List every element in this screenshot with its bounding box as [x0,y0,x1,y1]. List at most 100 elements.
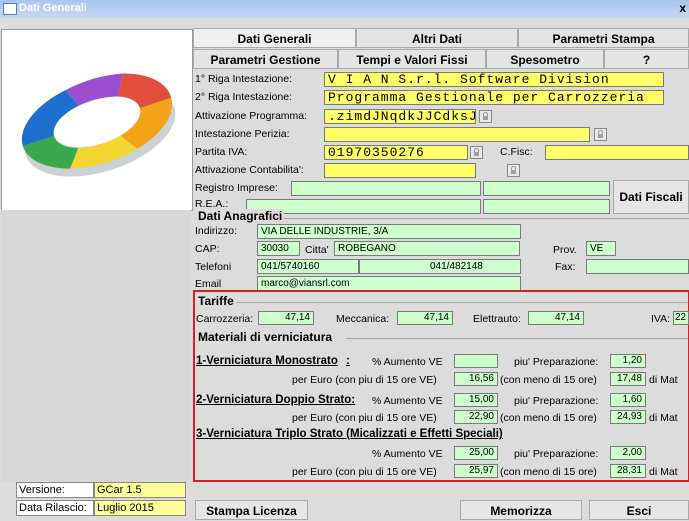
tab-help[interactable]: ? [604,49,689,69]
triplo-di-mat-label: di Mat [649,466,678,478]
citta-field[interactable]: ROBEGANO [334,241,520,256]
contabilita-label: Attivazione Contabilita': [195,164,304,176]
data-rilascio-value: Luglio 2015 [94,500,186,516]
monostrato-meno15-field[interactable]: 17,48 [610,372,646,386]
doppio-meno15-label: (con meno di 15 ore) [500,412,597,424]
prov-field[interactable]: VE [586,241,616,256]
close-button[interactable]: x [679,1,686,15]
carrozzeria-field[interactable]: 47,14 [258,311,314,325]
telefono1-field[interactable]: 041/5740160 [257,259,359,274]
lock-icon[interactable] [479,110,492,123]
elettrauto-label: Elettrauto: [473,313,521,325]
doppio-strato-title: 2-Verniciatura Doppio Strato: [196,394,356,406]
citta-label: Citta' [305,244,329,256]
doppio-aumento-field[interactable]: 15,00 [454,393,498,407]
monostrato-piu15-field[interactable]: 16,56 [454,372,498,386]
triplo-per-euro-label: per Euro (con piu di 15 ore VE) [292,466,437,478]
cap-label: CAP: [195,243,220,255]
esci-button[interactable]: Esci [589,500,689,520]
anagrafici-title: Dati Anagrafici [196,209,285,223]
contabilita-field[interactable] [324,163,476,178]
tariffe-separator [236,302,688,303]
logo-panel [1,29,193,211]
riga2-label: 2° Riga Intestazione: [195,91,293,103]
stampa-licenza-button[interactable]: Stampa Licenza [195,500,308,520]
cfisc-label: C.Fisc: [500,146,533,158]
telefono2-field[interactable]: 041/482148 [359,259,521,274]
window-icon [3,3,17,15]
doppio-meno15-field[interactable]: 24,93 [610,410,646,424]
rea-field-2[interactable] [483,199,610,214]
triplo-meno15-label: (con meno di 15 ore) [500,466,597,478]
monostrato-title: 1-Verniciatura Monostrato [196,355,338,367]
triplo-preparazione-field[interactable]: 2,00 [610,446,646,460]
lock-icon[interactable] [470,146,483,159]
triplo-aumento-label: % Aumento VE [372,448,443,460]
prov-label: Prov. [553,244,577,256]
doppio-preparazione-label: piu' Preparazione: [514,395,599,407]
fax-field[interactable] [586,259,689,274]
doppio-per-euro-label: per Euro (con piu di 15 ore VE) [292,412,437,424]
iva-label: IVA: [651,313,671,325]
indirizzo-field[interactable]: VIA DELLE INDUSTRIE, 3/A [257,224,521,239]
telefoni-label: Telefoni [195,261,232,273]
attivazione-label: Attivazione Programma: [195,110,308,122]
monostrato-aumento-label: % Aumento VE [372,356,443,368]
riga2-field[interactable]: Programma Gestionale per Carrozzeria [324,90,664,105]
monostrato-colon: : [346,355,350,367]
monostrato-aumento-field[interactable] [454,354,498,368]
monostrato-preparazione-label: piu' Preparazione: [514,356,599,368]
elettrauto-field[interactable]: 47,14 [528,311,584,325]
doppio-piu15-field[interactable]: 22,90 [454,410,498,424]
logo-ring-icon [21,73,176,177]
perizia-label: Intestazione Perizia: [195,128,290,140]
piva-field[interactable]: 01970350276 [324,145,468,160]
lock-icon[interactable] [594,128,607,141]
email-field[interactable]: marco@viansrl.com [257,276,521,291]
triplo-piu15-field[interactable]: 25,97 [454,464,498,478]
monostrato-preparazione-field[interactable]: 1,20 [610,354,646,368]
window-title: Dati Generali [19,2,87,14]
cfisc-field[interactable] [545,145,689,160]
doppio-di-mat-label: di Mat [649,412,678,424]
riga1-field[interactable]: V I A N S.r.l. Software Division [324,72,664,87]
dati-fiscali-button[interactable]: Dati Fiscali [613,180,689,214]
registro-label: Registro Imprese: [195,182,278,194]
doppio-preparazione-field[interactable]: 1,60 [610,393,646,407]
versione-value: GCar 1.5 [94,482,186,498]
lock-icon[interactable] [507,164,520,177]
monostrato-per-euro-label: per Euro (con piu di 15 ore VE) [292,374,437,386]
monostrato-meno15-label: (con meno di 15 ore) [500,374,597,386]
piva-label: Partita IVA: [195,146,248,158]
tab-spesometro[interactable]: Spesometro [486,49,604,69]
fax-label: Fax: [555,261,576,273]
materiali-title: Materiali di verniciatura [198,330,333,344]
title-bar: Dati Generali x [0,0,689,18]
registro-field-1[interactable] [291,181,481,196]
perizia-field[interactable] [324,127,590,142]
left-empty-area [1,210,191,482]
riga1-label: 1° Riga Intestazione: [195,73,293,85]
meccanica-label: Meccanica: [336,313,390,325]
memorizza-button[interactable]: Memorizza [460,500,582,520]
versione-label: Versione: [16,482,94,498]
doppio-aumento-label: % Aumento VE [372,395,443,407]
registro-field-2[interactable] [483,181,610,196]
triplo-meno15-field[interactable]: 28,31 [610,464,646,478]
tab-altri-dati[interactable]: Altri Dati [356,28,518,48]
monostrato-di-mat-label: di Mat [649,374,678,386]
indirizzo-label: Indirizzo: [195,225,238,237]
tab-parametri-stampa[interactable]: Parametri Stampa [518,28,689,48]
carrozzeria-label: Carrozzeria: [196,313,254,325]
tab-dati-generali[interactable]: Dati Generali [193,28,356,48]
tab-tempi-valori-fissi[interactable]: Tempi e Valori Fissi [338,49,486,69]
triplo-aumento-field[interactable]: 25,00 [454,446,498,460]
materiali-separator [346,338,688,339]
meccanica-field[interactable]: 47,14 [397,311,453,325]
triplo-preparazione-label: piu' Preparazione: [514,448,599,460]
tab-parametri-gestione[interactable]: Parametri Gestione [193,49,338,69]
attivazione-field[interactable]: .zimdJNqdkJJCdksJv.d [324,109,476,124]
iva-field[interactable]: 22 [673,311,689,325]
triplo-strato-title: 3-Verniciatura Triplo Strato (Micalizzat… [196,428,503,440]
cap-field[interactable]: 30030 [257,241,300,256]
